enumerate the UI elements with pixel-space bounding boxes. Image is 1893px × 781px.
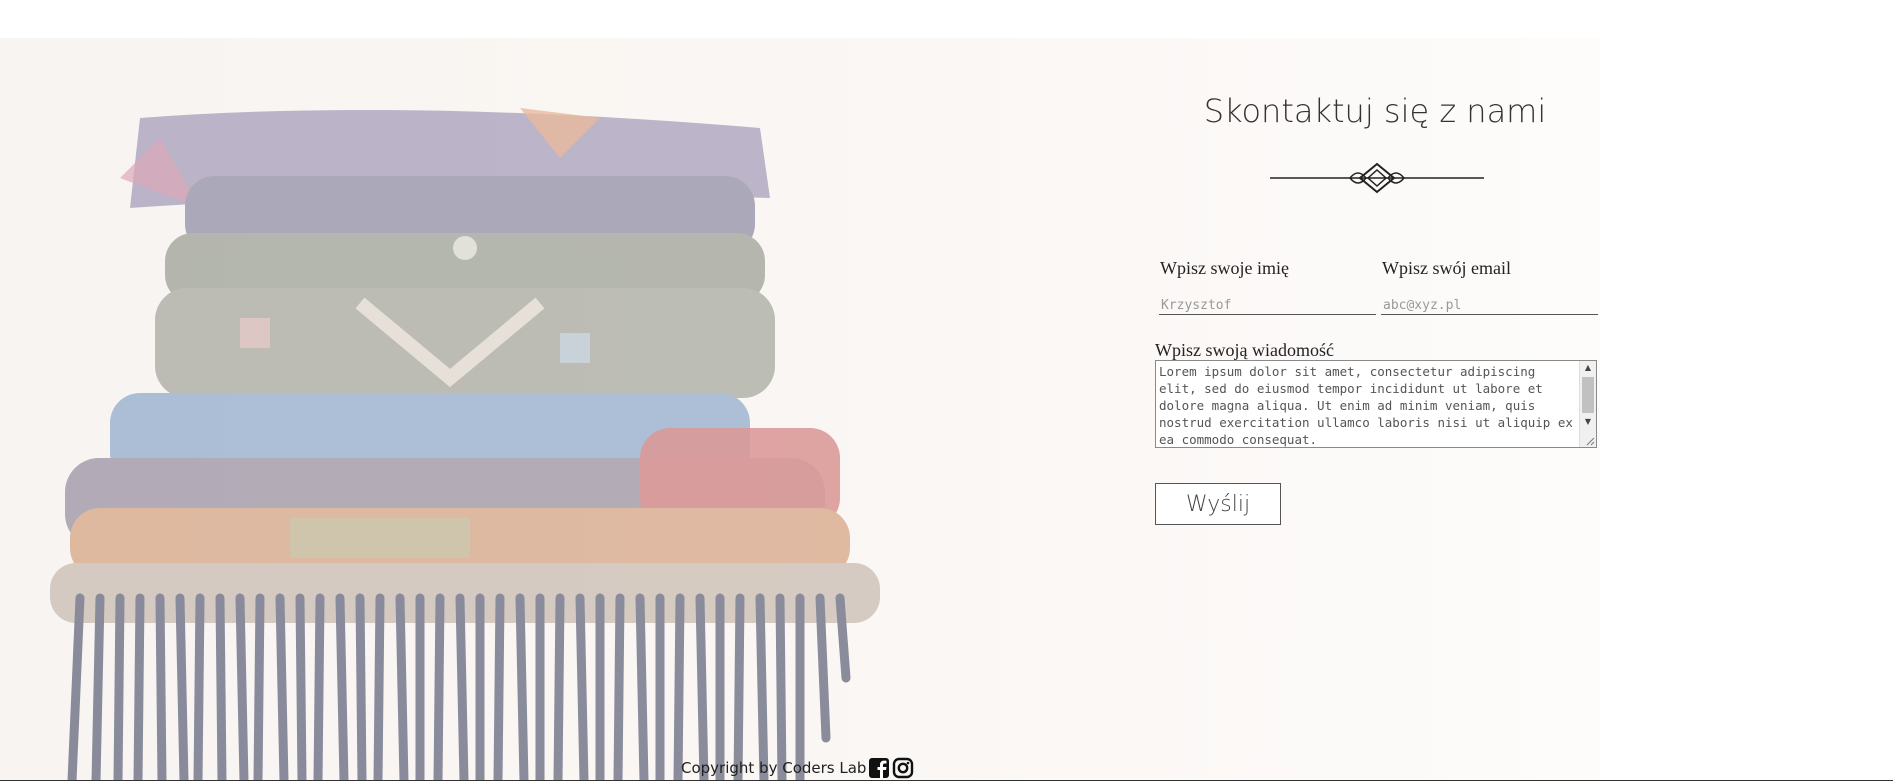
instagram-icon[interactable] — [892, 757, 914, 779]
folded-clothes-image — [50, 108, 880, 781]
submit-button[interactable]: Wyślij — [1155, 483, 1281, 525]
page-title: Skontaktuj się z nami — [1203, 92, 1547, 130]
right-margin — [1600, 0, 1893, 781]
message-textarea[interactable]: Lorem ipsum dolor sit amet, consectetur … — [1155, 360, 1597, 448]
resize-grip-icon[interactable] — [1585, 436, 1595, 446]
facebook-icon[interactable] — [868, 757, 890, 779]
email-label: Wpisz swój email — [1382, 258, 1511, 278]
email-input[interactable] — [1381, 296, 1598, 315]
textarea-scrollbar[interactable]: ▲ ▼ — [1579, 361, 1596, 447]
ornament-divider-icon — [1270, 162, 1484, 194]
message-label: Wpisz swoją wiadomość — [1155, 340, 1334, 360]
scroll-up-icon[interactable]: ▲ — [1580, 361, 1596, 375]
scroll-thumb[interactable] — [1582, 377, 1594, 413]
message-text: Lorem ipsum dolor sit amet, consectetur … — [1159, 364, 1573, 447]
name-label: Wpisz swoje imię — [1160, 258, 1289, 278]
footer: Copyright by Coders Lab — [681, 756, 914, 780]
name-input[interactable] — [1159, 296, 1376, 315]
copyright-text: Copyright by Coders Lab — [681, 759, 867, 777]
scroll-down-icon[interactable]: ▼ — [1580, 415, 1596, 429]
